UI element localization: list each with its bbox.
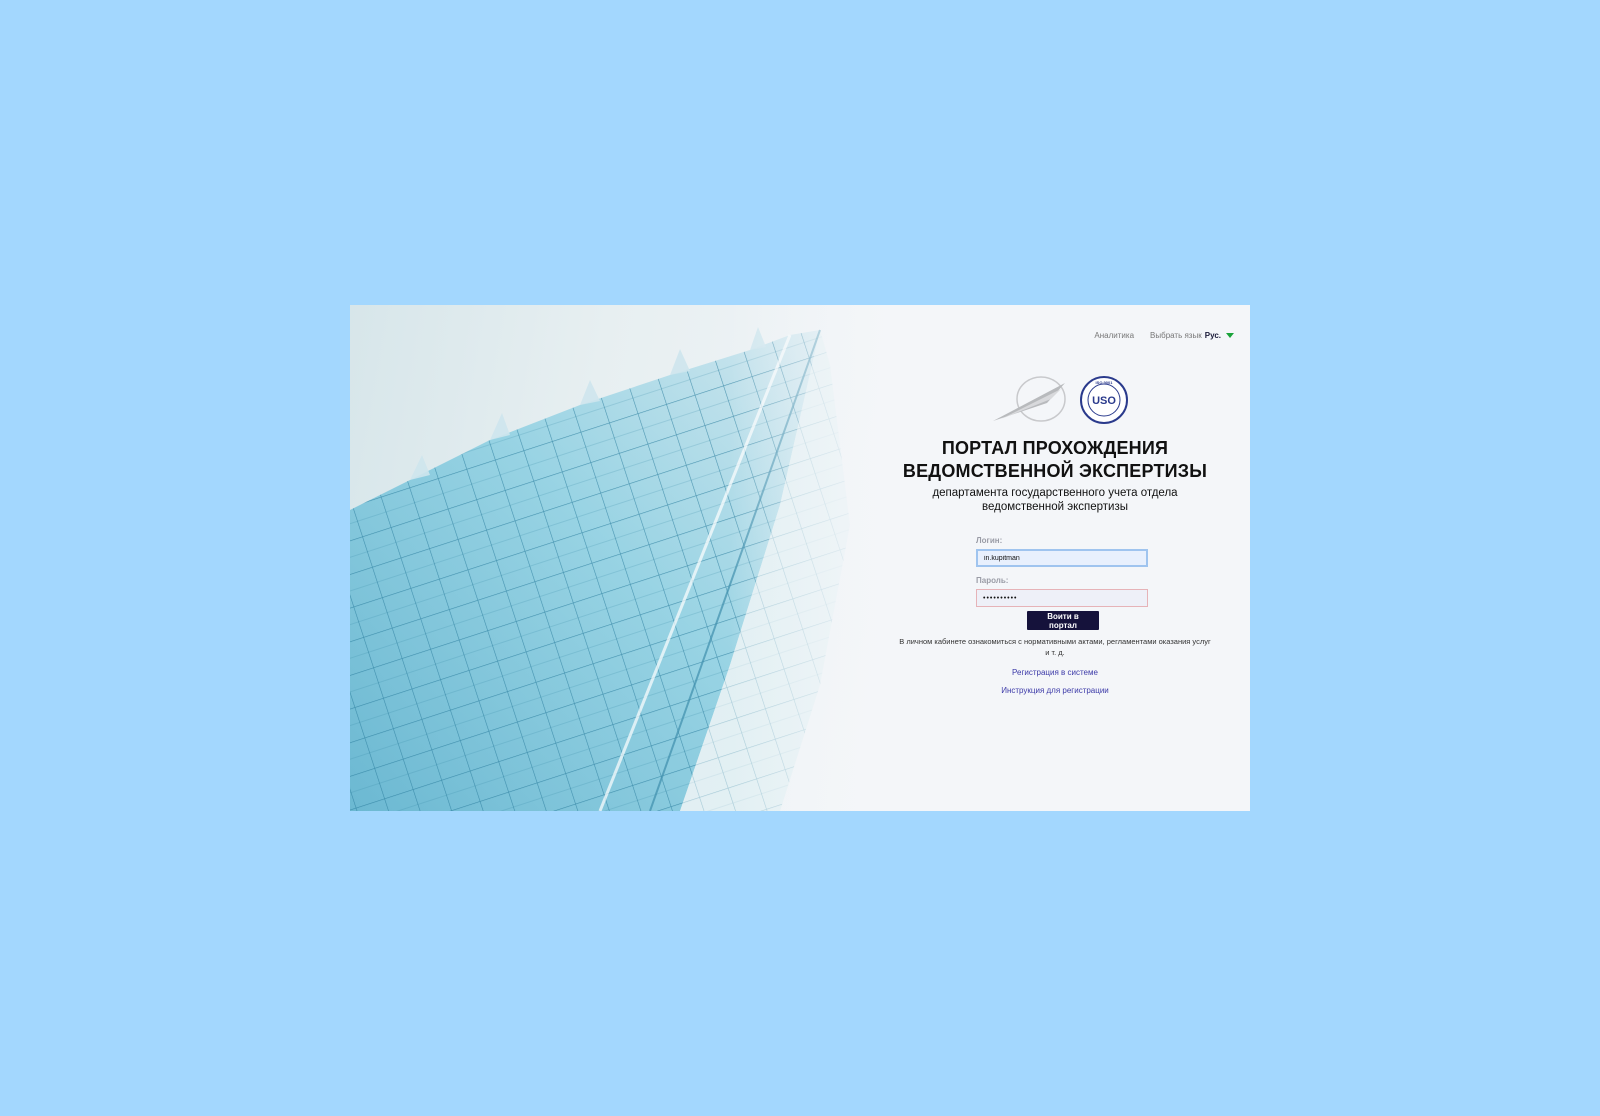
top-nav: Аналитика Выбрать язык Рус. (1094, 331, 1234, 340)
seal-text: USO (1092, 395, 1116, 407)
airplane-swoosh-logo (993, 376, 1066, 422)
subtitle-line-2: ведомственной экспертизы (981, 501, 1129, 513)
chevron-down-icon (1226, 333, 1234, 338)
language-current: Рус. (1204, 331, 1221, 340)
language-selector[interactable]: Выбрать язык Рус. (1150, 331, 1234, 340)
register-link[interactable]: Регистрация в системе (870, 668, 1240, 677)
login-input[interactable] (976, 549, 1148, 567)
password-input[interactable] (976, 589, 1148, 607)
seal-ring-text: ISO 9001 (1096, 380, 1114, 385)
analytics-link[interactable]: Аналитика (1094, 331, 1134, 340)
info-line-2: и т. д. (1045, 648, 1065, 657)
title-line-1: ПОРТАЛ ПРОХОЖДЕНИЯ (941, 438, 1169, 458)
login-button[interactable]: Воити в портал (1027, 611, 1099, 630)
info-text: В личном кабинете ознакомиться с нормати… (870, 636, 1240, 658)
login-label: Логин: (976, 536, 1003, 545)
logos: USO ISO 9001 (870, 373, 1250, 427)
certification-seal-logo: USO ISO 9001 (1080, 376, 1128, 424)
page-subtitle: департамента государственного учета отде… (870, 486, 1240, 514)
title-line-2: ВЕДОМСТВЕННОЙ ЭКСПЕРТИЗЫ (902, 461, 1208, 481)
login-panel: Аналитика Выбрать язык Рус. USO ISO 9001… (870, 305, 1250, 811)
instructions-link[interactable]: Инструкция для регистрации (870, 686, 1240, 695)
subtitle-line-1: департамента государственного учета отде… (932, 487, 1178, 499)
glass-building-image (350, 305, 910, 811)
portal-window: Аналитика Выбрать язык Рус. USO ISO 9001… (350, 305, 1250, 811)
password-label: Пароль: (976, 576, 1009, 585)
language-label: Выбрать язык (1150, 331, 1202, 340)
page-title: ПОРТАЛ ПРОХОЖДЕНИЯ ВЕДОМСТВЕННОЙ ЭКСПЕРТ… (870, 437, 1240, 483)
info-line-1: В личном кабинете ознакомиться с нормати… (899, 637, 1211, 646)
